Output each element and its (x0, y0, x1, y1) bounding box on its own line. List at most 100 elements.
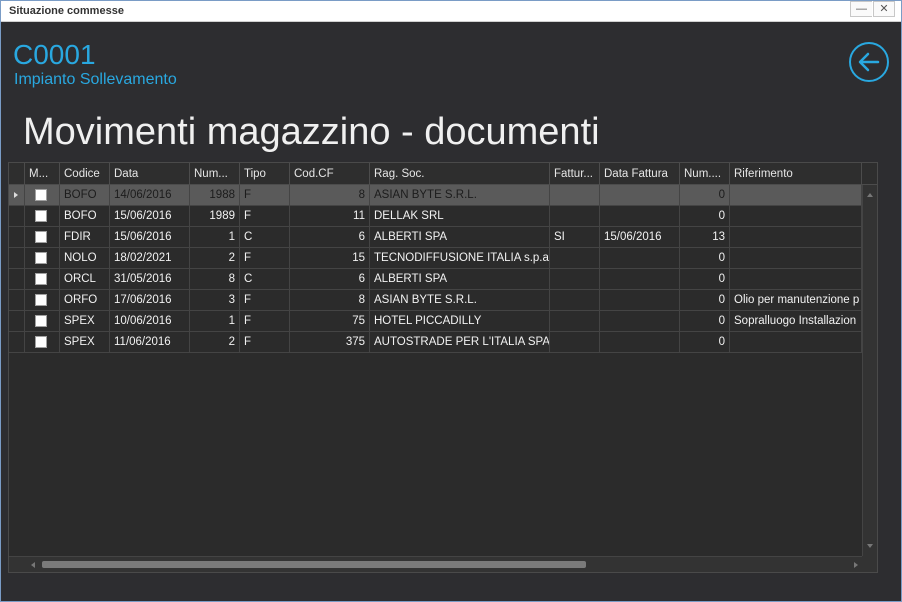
cell-codcf[interactable]: 375 (290, 332, 370, 353)
cell-num[interactable]: 8 (190, 269, 240, 290)
row-header[interactable] (9, 269, 25, 290)
cell-num-fatt[interactable]: 0 (680, 185, 730, 206)
cell-riferimento[interactable] (730, 332, 862, 353)
row-checkbox[interactable] (35, 336, 47, 348)
table-row[interactable]: BOFO 15/06/2016 1989 F 11 DELLAK SRL 0 (9, 206, 862, 227)
cell-codice[interactable]: FDIR (60, 227, 110, 248)
cell-num-fatt[interactable]: 0 (680, 248, 730, 269)
cell-num[interactable]: 2 (190, 248, 240, 269)
row-checkbox[interactable] (35, 189, 47, 201)
vertical-scrollbar[interactable] (862, 185, 877, 556)
scroll-left-icon[interactable] (31, 562, 35, 568)
cell-tipo[interactable]: C (240, 269, 290, 290)
cell-data[interactable]: 14/06/2016 (110, 185, 190, 206)
header-data-fattura-column[interactable]: Data Fattura (600, 163, 680, 185)
scroll-thumb[interactable] (42, 561, 586, 568)
cell-riferimento[interactable]: Olio per manutenzione p (730, 290, 862, 311)
cell-ragsoc[interactable]: ALBERTI SPA (370, 269, 550, 290)
cell-codice[interactable]: SPEX (60, 311, 110, 332)
cell-codcf[interactable]: 8 (290, 290, 370, 311)
row-checkbox[interactable] (35, 252, 47, 264)
cell-num[interactable]: 3 (190, 290, 240, 311)
cell-riferimento[interactable] (730, 269, 862, 290)
cell-data-fattura[interactable] (600, 248, 680, 269)
cell-num-fatt[interactable]: 0 (680, 290, 730, 311)
scroll-up-icon[interactable] (867, 193, 873, 197)
row-header[interactable] (9, 185, 25, 206)
cell-ragsoc[interactable]: ASIAN BYTE S.R.L. (370, 290, 550, 311)
header-check-column[interactable]: M... (25, 163, 60, 185)
cell-fattura[interactable] (550, 332, 600, 353)
horizontal-scrollbar[interactable] (25, 556, 862, 572)
cell-codcf[interactable]: 15 (290, 248, 370, 269)
cell-fattura[interactable] (550, 269, 600, 290)
cell-fattura[interactable] (550, 311, 600, 332)
cell-num-fatt[interactable]: 0 (680, 206, 730, 227)
header-codice-column[interactable]: Codice (60, 163, 110, 185)
cell-num[interactable]: 1 (190, 227, 240, 248)
cell-data-fattura[interactable] (600, 185, 680, 206)
table-row[interactable]: NOLO 18/02/2021 2 F 15 TECNODIFFUSIONE ITALIA… (9, 248, 862, 269)
cell-num-fatt[interactable]: 13 (680, 227, 730, 248)
row-header[interactable] (9, 227, 25, 248)
cell-codcf[interactable]: 6 (290, 227, 370, 248)
scroll-right-icon[interactable] (854, 562, 858, 568)
row-checkbox[interactable] (35, 315, 47, 327)
cell-data[interactable]: 31/05/2016 (110, 269, 190, 290)
cell-data[interactable]: 17/06/2016 (110, 290, 190, 311)
row-checkbox[interactable] (35, 273, 47, 285)
cell-data[interactable]: 18/02/2021 (110, 248, 190, 269)
scroll-down-icon[interactable] (867, 544, 873, 548)
cell-riferimento[interactable] (730, 227, 862, 248)
cell-codice[interactable]: ORCL (60, 269, 110, 290)
cell-ragsoc[interactable]: TECNODIFFUSIONE ITALIA s.p.a. (370, 248, 550, 269)
cell-data-fattura[interactable] (600, 332, 680, 353)
cell-codice[interactable]: NOLO (60, 248, 110, 269)
row-header[interactable] (9, 206, 25, 227)
cell-codice[interactable]: SPEX (60, 332, 110, 353)
row-checkbox[interactable] (35, 294, 47, 306)
row-header[interactable] (9, 290, 25, 311)
cell-num[interactable]: 1 (190, 311, 240, 332)
cell-fattura[interactable] (550, 290, 600, 311)
row-checkbox[interactable] (35, 210, 47, 222)
cell-codice[interactable]: BOFO (60, 185, 110, 206)
cell-tipo[interactable]: F (240, 206, 290, 227)
cell-fattura[interactable] (550, 248, 600, 269)
cell-num-fatt[interactable]: 0 (680, 332, 730, 353)
back-button[interactable] (849, 42, 889, 82)
table-row[interactable]: SPEX 11/06/2016 2 F 375 AUTOSTRADE PER L'ITAL… (9, 332, 862, 353)
cell-fattura[interactable] (550, 206, 600, 227)
cell-tipo[interactable]: F (240, 311, 290, 332)
cell-fattura[interactable]: SI (550, 227, 600, 248)
cell-riferimento[interactable] (730, 206, 862, 227)
cell-num[interactable]: 1989 (190, 206, 240, 227)
header-riferimento-column[interactable]: Riferimento (730, 163, 862, 185)
cell-codice[interactable]: BOFO (60, 206, 110, 227)
cell-tipo[interactable]: F (240, 185, 290, 206)
cell-tipo[interactable]: F (240, 290, 290, 311)
cell-fattura[interactable] (550, 185, 600, 206)
table-row[interactable]: ORFO 17/06/2016 3 F 8 ASIAN BYTE S.R.L. 0 Olio … (9, 290, 862, 311)
cell-codcf[interactable]: 11 (290, 206, 370, 227)
cell-data[interactable]: 15/06/2016 (110, 227, 190, 248)
cell-data-fattura[interactable] (600, 206, 680, 227)
row-header[interactable] (9, 248, 25, 269)
table-row[interactable]: FDIR 15/06/2016 1 C 6 ALBERTI SPA SI 15/06/2016… (9, 227, 862, 248)
cell-ragsoc[interactable]: AUTOSTRADE PER L'ITALIA SPA (370, 332, 550, 353)
cell-riferimento[interactable] (730, 185, 862, 206)
header-num-fattura-column[interactable]: Num.... (680, 163, 730, 185)
cell-data-fattura[interactable] (600, 290, 680, 311)
cell-num[interactable]: 1988 (190, 185, 240, 206)
header-data-column[interactable]: Data (110, 163, 190, 185)
row-header[interactable] (9, 311, 25, 332)
cell-data[interactable]: 11/06/2016 (110, 332, 190, 353)
table-row[interactable]: SPEX 10/06/2016 1 F 75 HOTEL PICCADILLY 0 Sopra… (9, 311, 862, 332)
cell-num-fatt[interactable]: 0 (680, 269, 730, 290)
cell-ragsoc[interactable]: ALBERTI SPA (370, 227, 550, 248)
cell-num-fatt[interactable]: 0 (680, 311, 730, 332)
close-button[interactable]: ✕ (873, 1, 895, 17)
cell-data[interactable]: 10/06/2016 (110, 311, 190, 332)
table-row[interactable]: ORCL 31/05/2016 8 C 6 ALBERTI SPA 0 (9, 269, 862, 290)
cell-codcf[interactable]: 8 (290, 185, 370, 206)
